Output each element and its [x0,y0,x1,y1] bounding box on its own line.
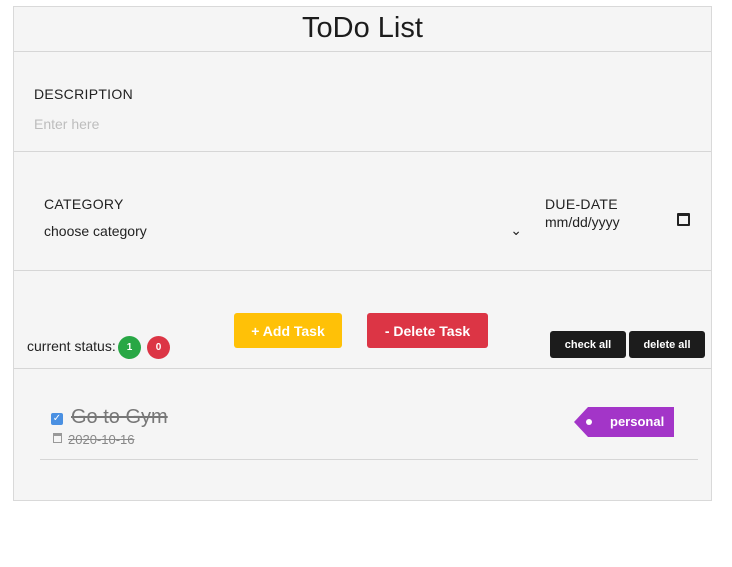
task-checkbox[interactable]: ✓ [51,413,63,425]
pending-count-badge: 0 [147,336,170,359]
calendar-icon[interactable] [677,213,690,226]
category-select[interactable]: choose category ⌄ [44,222,522,243]
category-tag: personal [574,407,674,437]
description-section: DESCRIPTION [14,52,711,152]
current-status-label: current status: [27,338,116,354]
chevron-down-icon: ⌄ [510,222,522,238]
delete-all-button[interactable]: delete all [629,331,705,358]
category-section: CATEGORY choose category ⌄ DUE-DATE mm/d… [14,152,711,271]
check-all-button[interactable]: check all [550,331,626,358]
task-item: ✓ Go to Gym 2020-10-16 personal [40,400,698,460]
category-selected-value: choose category [44,223,147,239]
tag-dot-icon [586,419,592,425]
task-date: 2020-10-16 [68,432,135,447]
task-name: Go to Gym [71,406,168,428]
category-label: CATEGORY [44,196,124,212]
delete-task-button[interactable]: - Delete Task [367,313,488,348]
add-task-button[interactable]: + Add Task [234,313,342,348]
actions-section: current status: 1 0 + Add Task - Delete … [14,271,711,369]
due-date-placeholder: mm/dd/yyyy [545,214,620,230]
due-date-input[interactable]: mm/dd/yyyy [545,213,690,234]
description-input[interactable] [34,114,534,134]
due-date-label: DUE-DATE [545,196,618,212]
page-title: ToDo List [14,7,711,52]
calendar-icon [53,433,62,443]
category-tag-label: personal [610,414,665,429]
completed-count-badge: 1 [118,336,141,359]
description-label: DESCRIPTION [34,86,133,102]
